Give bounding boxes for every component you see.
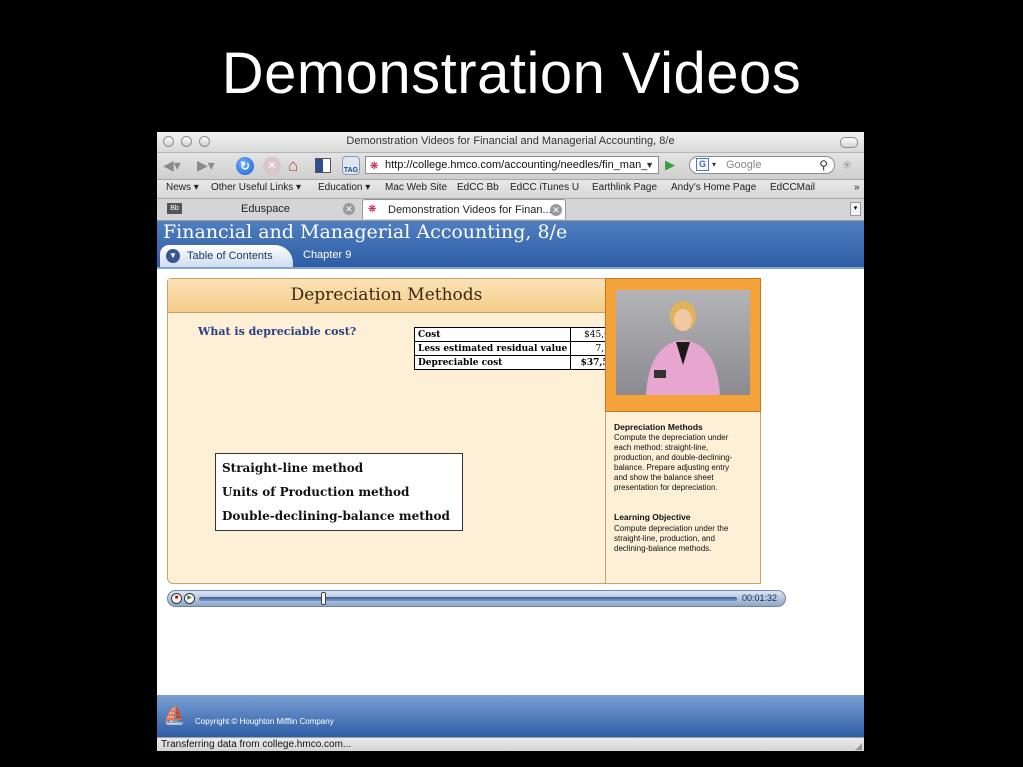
media-controls: ■ ▶ 00:01:32 [167, 590, 786, 607]
slide-title: Demonstration Videos [221, 41, 802, 106]
bookmark-edccmail[interactable]: EdCCMail [770, 182, 815, 193]
app-header: Financial and Managerial Accounting, 8/e… [157, 221, 864, 267]
objective-title: Learning Objective [614, 512, 691, 522]
search-engine-dropdown-icon[interactable]: ▾ [712, 157, 716, 173]
tab-chapter-9[interactable]: Chapter 9 [303, 249, 351, 261]
forward-icon[interactable]: ▶▾ [197, 157, 215, 173]
tab-table-of-contents[interactable]: ▼ Table of Contents [160, 245, 293, 267]
play-button[interactable]: ▶ [184, 593, 195, 604]
close-tab-icon[interactable]: ✕ [550, 204, 562, 216]
url-dropdown-icon[interactable]: ▼ [645, 157, 654, 173]
site-favicon-icon: ❋ [370, 161, 379, 172]
url-text: http://college.hmco.com/accounting/needl… [385, 159, 648, 171]
chevron-down-icon: ▼ [166, 249, 180, 263]
app-title: Financial and Managerial Accounting, 8/e [163, 221, 568, 243]
reload-icon[interactable]: ↻ [236, 157, 254, 175]
search-icon[interactable]: ⚲ [819, 157, 828, 173]
back-icon[interactable]: ◀▾ [163, 157, 181, 173]
bookmarks-bar: News ▾ Other Useful Links ▾ Education ▾ … [157, 180, 864, 199]
table-row: Cost $45,000 [413, 327, 626, 342]
tab-label: Eduspace [241, 203, 290, 215]
seek-handle[interactable] [320, 592, 326, 605]
methods-box: Straight-line method Units of Production… [215, 453, 463, 531]
tab-bar: Bb Eduspace ✕ ❋ Demonstration Videos for… [157, 199, 864, 221]
footer: ⛵ Copyright © Houghton Mifflin Company [157, 695, 864, 737]
table-row: Depreciable cost $37,500 [413, 355, 626, 370]
stop-icon[interactable]: ✕ [263, 157, 281, 175]
cost-label: Cost [413, 327, 572, 342]
topic-text: Compute the depreciation under each meth… [614, 433, 733, 492]
blackboard-badge-icon: Bb [167, 203, 182, 214]
method-item: Units of Production method [222, 485, 410, 499]
stop-button[interactable]: ■ [171, 593, 182, 604]
tab-label: Demonstration Videos for Finan... [388, 204, 552, 216]
address-bar[interactable]: ❋ http://college.hmco.com/accounting/nee… [365, 156, 659, 174]
bookmarks-icon[interactable] [315, 158, 331, 173]
method-item: Straight-line method [222, 461, 364, 475]
status-bar: Transferring data from college.hmco.com.… [157, 737, 864, 751]
google-icon[interactable]: G [696, 158, 709, 171]
window-title: Demonstration Videos for Financial and M… [346, 135, 675, 147]
video-player[interactable] [616, 290, 750, 395]
table-row: Less estimated residual value 7,500 [413, 341, 626, 356]
method-item: Double-declining-balance method [222, 509, 450, 523]
bookmark-andys-home-page[interactable]: Andy's Home Page [671, 182, 756, 193]
bookmark-mac-web-site[interactable]: Mac Web Site [385, 182, 447, 193]
toolbar-toggle-button[interactable] [840, 137, 858, 148]
close-tab-icon[interactable]: ✕ [343, 203, 355, 215]
seek-bar[interactable] [199, 597, 737, 601]
search-field[interactable]: G ▾ Google ⚲ [689, 156, 835, 174]
home-icon[interactable]: ⌂ [288, 156, 298, 176]
go-icon[interactable]: ▶ [665, 157, 675, 173]
tab-demonstration-videos[interactable]: ❋ Demonstration Videos for Finan... ✕ [362, 199, 566, 219]
bookmark-earthlink-page[interactable]: Earthlink Page [592, 182, 657, 193]
topic-title: Depreciation Methods [614, 422, 703, 432]
lesson-question: What is depreciable cost? [198, 325, 357, 338]
browser-window: Demonstration Videos for Financial and M… [157, 132, 864, 751]
video-frame [605, 278, 761, 412]
status-text: Transferring data from college.hmco.com.… [161, 739, 352, 750]
presenter-image [646, 301, 720, 395]
depreciable-cost-table: Cost $45,000 Less estimated residual val… [413, 327, 626, 370]
navigation-toolbar: ◀▾ ▶▾ ↻ ✕ ⌂ TAG ❋ http://college.hmco.co… [157, 153, 864, 180]
playback-time: 00:01:32 [741, 593, 777, 603]
divider [157, 267, 864, 269]
tab-eduspace[interactable]: Bb Eduspace ✕ [161, 199, 359, 219]
objective-text: Compute depreciation under the straight-… [614, 524, 729, 553]
search-placeholder: Google [726, 159, 762, 171]
site-favicon-icon: ❋ [368, 204, 377, 215]
bookmark-other-useful-links[interactable]: Other Useful Links ▾ [211, 182, 301, 193]
bookmarks-overflow-icon[interactable]: » [854, 182, 860, 193]
loading-spinner-icon: ✳ [842, 158, 853, 172]
tab-list-icon[interactable]: ▾ [850, 202, 861, 216]
video-description: Depreciation Methods Compute the depreci… [605, 412, 761, 584]
bookmark-news[interactable]: News ▾ [166, 182, 199, 193]
tag-icon[interactable]: TAG [342, 156, 360, 175]
bookmark-edcc-bb[interactable]: EdCC Bb [457, 182, 499, 193]
resize-grip-icon[interactable]: ◢ [855, 739, 862, 751]
window-titlebar: Demonstration Videos for Financial and M… [157, 132, 864, 153]
copyright-text: Copyright © Houghton Mifflin Company [195, 717, 334, 726]
bookmark-edcc-itunes-u[interactable]: EdCC iTunes U [510, 182, 579, 193]
cost-label: Depreciable cost [413, 355, 572, 370]
bookmark-education[interactable]: Education ▾ [318, 182, 370, 193]
lesson-heading: Depreciation Methods [168, 279, 605, 313]
toc-label: Table of Contents [187, 250, 273, 262]
cost-label: Less estimated residual value [413, 341, 572, 356]
houghton-mifflin-logo-icon: ⛵ [163, 705, 186, 725]
